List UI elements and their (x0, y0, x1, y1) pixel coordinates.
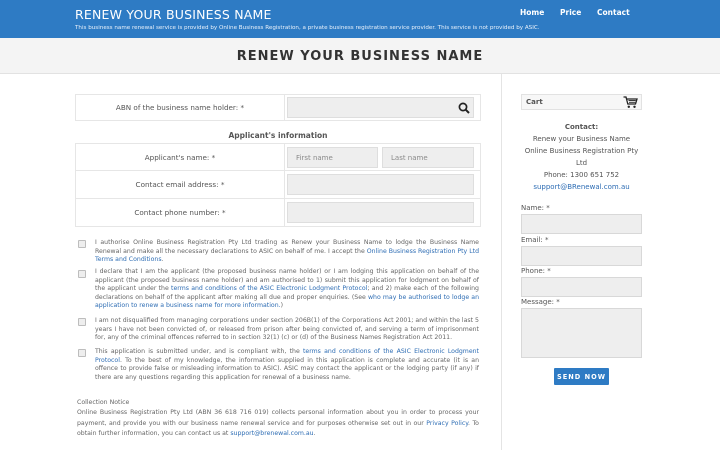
privacy-policy-link[interactable]: Privacy Policy (426, 420, 468, 427)
first-name-input[interactable]: First name (287, 147, 378, 168)
contact-message-textarea[interactable] (521, 308, 642, 358)
page-title: RENEW YOUR BUSINESS NAME (236, 49, 484, 64)
email-label: Contact email address: * (76, 171, 285, 198)
email-row: Contact email address: * (75, 171, 481, 199)
declaration-text-4: This application is submitted under, and… (95, 348, 479, 381)
contact-phone-input[interactable] (521, 277, 642, 297)
top-navbar: RENEW YOUR BUSINESS NAME This business n… (0, 0, 720, 38)
email-field-label: Email: * (521, 236, 549, 244)
site-brand[interactable]: RENEW YOUR BUSINESS NAME (75, 7, 272, 22)
declaration-checkbox-3[interactable] (78, 318, 86, 326)
declaration-checkbox-2[interactable] (78, 270, 86, 278)
phone-field-label: Phone: * (521, 267, 551, 275)
contact-heading: Contact: (564, 123, 599, 131)
collection-notice-text: Online Business Registration Pty Ltd (AB… (77, 409, 479, 437)
declaration-checkbox-1[interactable] (78, 240, 86, 248)
nav-home[interactable]: Home (520, 8, 544, 17)
abn-label: ABN of the business name holder: * (76, 95, 285, 120)
email-input[interactable] (287, 174, 474, 195)
collection-notice-title: Collection Notice (77, 399, 130, 406)
contact-name-input[interactable] (521, 214, 642, 234)
asic-protocol-link[interactable]: terms and conditions of the ASIC Electro… (171, 285, 367, 292)
nav-price[interactable]: Price (560, 8, 581, 17)
phone-input[interactable] (287, 202, 474, 223)
applicant-heading: Applicant's information (228, 131, 328, 140)
nav-contact[interactable]: Contact (597, 8, 630, 17)
phone-row: Contact phone number: * (75, 199, 481, 227)
applicant-name-row: Applicant's name: * First name Last name (75, 143, 481, 171)
declaration-checkbox-4[interactable] (78, 349, 86, 357)
contact-phone: Phone: 1300 651 752 (543, 171, 620, 179)
send-now-button[interactable]: SEND NOW (554, 368, 609, 385)
last-name-input[interactable]: Last name (382, 147, 474, 168)
cart-label: Cart (526, 98, 543, 106)
search-icon[interactable] (458, 102, 470, 114)
abn-row: ABN of the business name holder: * (75, 94, 481, 121)
contact-block: Contact: Renew your Business Name Online… (521, 121, 642, 193)
support-email-link[interactable]: support@brenewal.com.au (230, 430, 313, 437)
declaration-text-3: I am not disqualified from managing corp… (95, 317, 479, 342)
declaration-text-2: I declare that I am the applicant (the p… (95, 268, 479, 310)
contact-line1: Renew your Business Name (532, 135, 631, 143)
contact-line2: Online Business Registration Pty Ltd (524, 147, 639, 167)
column-divider (501, 74, 502, 450)
abn-input[interactable] (287, 97, 474, 118)
message-field-label: Message: * (521, 298, 560, 306)
applicant-name-label: Applicant's name: * (76, 144, 285, 170)
cart-icon (623, 96, 638, 108)
cart-box[interactable]: Cart (521, 94, 642, 110)
contact-email-input[interactable] (521, 246, 642, 266)
declaration-text-1: I authorise Online Business Registration… (95, 239, 480, 264)
name-field-label: Name: * (521, 204, 550, 212)
site-tagline: This business name renewal service is pr… (75, 25, 540, 31)
phone-label: Contact phone number: * (76, 199, 285, 226)
title-band: RENEW YOUR BUSINESS NAME (0, 38, 720, 74)
contact-email-link[interactable]: support@BRenewal.com.au (533, 183, 629, 191)
